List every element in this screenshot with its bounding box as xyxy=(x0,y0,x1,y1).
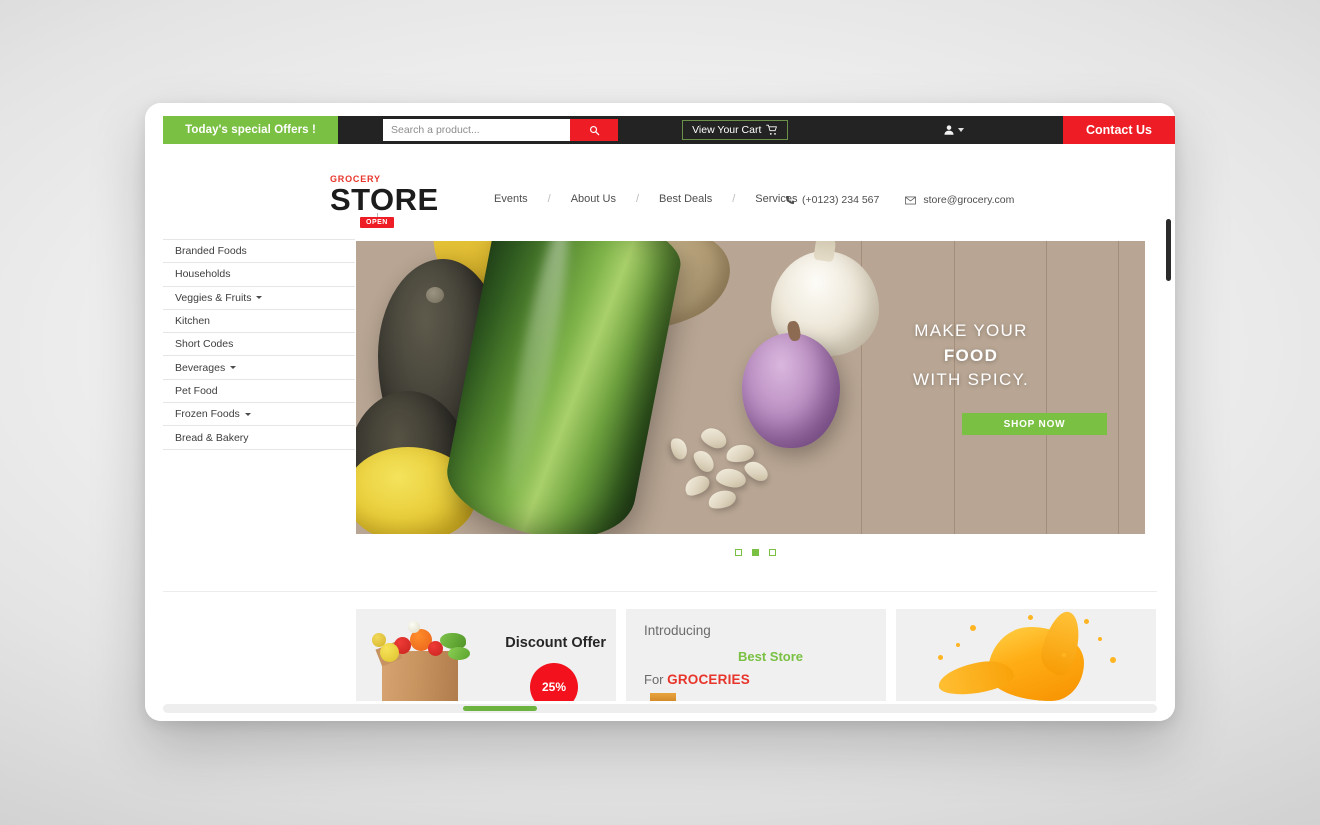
site-header: GROCERY STORE OPEN Events / About Us / B… xyxy=(145,151,1175,239)
account-zone xyxy=(845,116,1064,144)
promo-intro-prefix: For xyxy=(644,672,668,687)
promo-intro-strong: GROCERIES xyxy=(667,672,750,687)
sidebar-item-label: Pet Food xyxy=(175,384,218,397)
header-phone[interactable]: (+0123) 234 567 xyxy=(785,194,879,206)
view-cart-button[interactable]: View Your Cart xyxy=(682,120,789,140)
logo-name: STORE xyxy=(330,182,439,217)
hero-line-2: FOOD xyxy=(943,345,999,365)
search-input[interactable] xyxy=(383,119,570,141)
envelope-icon xyxy=(905,196,917,204)
promo-intro-line-3: For GROCERIES xyxy=(644,672,750,687)
sidebar-item-pet-food[interactable]: Pet Food xyxy=(163,379,355,404)
nav-separator: / xyxy=(732,193,736,205)
promo-intro-decoration xyxy=(650,693,676,701)
view-cart-label: View Your Cart xyxy=(692,124,762,136)
vertical-scrollbar-track[interactable] xyxy=(1166,103,1173,721)
sidebar-item-beverages[interactable]: Beverages xyxy=(163,356,355,380)
chevron-down-icon xyxy=(244,412,251,416)
promo-card-row: Discount Offer 25% Introducing Best Stor… xyxy=(356,609,1156,701)
sidebar-item-label: Veggies & Fruits xyxy=(175,291,252,304)
contact-us-button[interactable]: Contact Us xyxy=(1063,116,1175,144)
slider-dot-2[interactable] xyxy=(752,549,759,556)
promo-card-discount-offer[interactable]: Discount Offer 25% xyxy=(356,609,616,701)
horizontal-scrollbar-track[interactable] xyxy=(163,704,1157,713)
account-menu-button[interactable] xyxy=(943,124,965,136)
hero-slider[interactable]: MAKE YOUR FOOD WITH SPICY. SHOP NOW xyxy=(356,241,1145,534)
vertical-scrollbar-thumb[interactable] xyxy=(1166,219,1171,281)
special-offers-tab[interactable]: Today's special Offers ! xyxy=(163,116,338,144)
nav-item-events[interactable]: Events xyxy=(490,193,532,205)
section-divider xyxy=(163,591,1157,592)
shop-now-button[interactable]: SHOP NOW xyxy=(962,413,1107,435)
user-account-icon xyxy=(944,125,954,135)
search-container xyxy=(338,116,570,144)
shopping-cart-icon xyxy=(766,124,778,135)
sidebar-item-label: Short Codes xyxy=(175,338,234,351)
sidebar-item-bread-bakery[interactable]: Bread & Bakery xyxy=(163,426,355,450)
top-utility-bar: Today's special Offers ! View Your Cart xyxy=(163,116,1175,144)
promo-intro-line-1: Introducing xyxy=(644,623,711,638)
main-navigation: Events / About Us / Best Deals / Service… xyxy=(490,193,801,205)
phone-icon xyxy=(785,195,795,205)
sidebar-item-label: Beverages xyxy=(175,361,226,374)
promo-card-juice-splash[interactable] xyxy=(896,609,1156,701)
sidebar-item-label: Kitchen xyxy=(175,315,211,328)
contact-us-label: Contact Us xyxy=(1086,123,1152,137)
promo-discount-badge: 25% xyxy=(530,663,578,701)
search-submit-button[interactable] xyxy=(570,119,618,141)
site-logo[interactable]: GROCERY STORE OPEN xyxy=(330,175,445,228)
nav-separator: / xyxy=(547,193,551,205)
chevron-down-icon xyxy=(256,296,263,300)
promo-intro-line-2: Best Store xyxy=(738,649,804,664)
browser-viewport: Today's special Offers ! View Your Cart xyxy=(145,103,1175,721)
hero-line-3: WITH SPICY. xyxy=(912,370,1029,390)
promo-discount-title: Discount Offer xyxy=(505,635,606,651)
sidebar-item-label: Branded Foods xyxy=(175,245,247,258)
nav-separator: / xyxy=(635,193,640,205)
header-email-value: store@grocery.com xyxy=(923,194,1015,206)
hero-produce-onion xyxy=(742,333,840,448)
promo-card-introducing[interactable]: Introducing Best Store For GROCERIES xyxy=(626,609,886,701)
sidebar-item-kitchen[interactable]: Kitchen xyxy=(163,309,355,334)
search-icon xyxy=(589,125,599,135)
page-content: Branded Foods Households Veggies & Fruit… xyxy=(145,239,1175,721)
sidebar-item-households[interactable]: Households xyxy=(163,263,355,287)
category-sidebar: Branded Foods Households Veggies & Fruit… xyxy=(163,239,355,450)
nav-item-best-deals[interactable]: Best Deals xyxy=(655,193,716,205)
hero-line-1: MAKE YOUR xyxy=(914,321,1028,340)
cart-zone: View Your Cart xyxy=(626,116,845,144)
topbar-spacer xyxy=(618,116,626,144)
slider-dot-1[interactable] xyxy=(735,549,742,556)
header-contact-info: (+0123) 234 567 store@grocery.com xyxy=(785,194,1014,206)
sidebar-item-branded-foods[interactable]: Branded Foods xyxy=(163,240,355,264)
slider-pagination xyxy=(735,549,776,556)
slider-dot-3[interactable] xyxy=(769,549,776,556)
header-email[interactable]: store@grocery.com xyxy=(905,194,1014,206)
sidebar-item-short-codes[interactable]: Short Codes xyxy=(163,333,355,357)
sidebar-item-label: Frozen Foods xyxy=(175,408,240,421)
hero-headline: MAKE YOUR FOOD WITH SPICY. xyxy=(861,319,1081,393)
sidebar-item-label: Bread & Bakery xyxy=(175,431,249,444)
laptop-device-frame: Today's special Offers ! View Your Cart xyxy=(145,103,1175,721)
special-offers-label: Today's special Offers ! xyxy=(185,124,316,136)
horizontal-scrollbar-thumb[interactable] xyxy=(463,706,537,711)
grocery-bag-image xyxy=(368,621,476,701)
logo-open-badge: OPEN xyxy=(360,213,394,228)
sidebar-item-label: Households xyxy=(175,268,231,281)
header-phone-value: (+0123) 234 567 xyxy=(802,194,880,206)
sidebar-item-veggies-fruits[interactable]: Veggies & Fruits xyxy=(163,286,355,310)
juice-splash-spread xyxy=(936,657,1016,699)
chevron-down-icon xyxy=(958,128,965,132)
nav-item-about-us[interactable]: About Us xyxy=(567,193,620,205)
chevron-down-icon xyxy=(230,366,237,370)
sidebar-item-frozen-foods[interactable]: Frozen Foods xyxy=(163,403,355,427)
